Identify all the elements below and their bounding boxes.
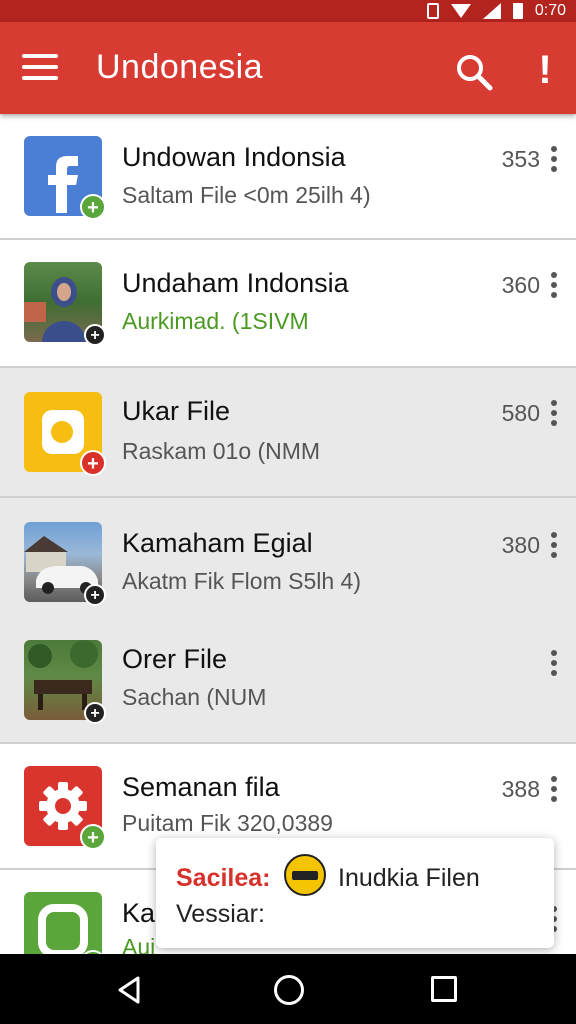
more-icon[interactable]: ! [530, 48, 560, 92]
toast-name: Inudkia Filen [338, 864, 480, 892]
car-photo: + [24, 522, 106, 606]
list-item[interactable]: + Undaham Indonsia Aurkimad. (1SIVM 360 [0, 240, 576, 366]
person-photo: + [24, 262, 106, 346]
add-badge-icon: + [80, 450, 106, 476]
item-title: Undaham Indonsia [122, 268, 349, 298]
app-logo-icon [284, 854, 326, 896]
facebook-icon: + [24, 136, 106, 220]
gear-icon: + [24, 766, 106, 850]
item-count: 380 [501, 532, 540, 558]
item-subtitle: Raskam 01o (NMM [122, 438, 321, 464]
list-item[interactable]: + Undowan Indonsia Saltam File <0m 25ilh… [0, 114, 576, 238]
item-count: 388 [501, 776, 540, 802]
item-title: Semanan fila [122, 772, 280, 802]
app-title: Undonesia [96, 48, 264, 86]
yellow-app-icon: + [24, 392, 106, 476]
add-badge-icon: + [84, 584, 106, 606]
toast-subtitle: Vessiar: [176, 900, 265, 928]
recents-icon[interactable] [431, 976, 457, 1002]
toast-label: Sacilea: [176, 864, 271, 892]
menu-icon[interactable] [22, 54, 58, 82]
add-badge-icon: + [80, 194, 106, 220]
overflow-menu-icon[interactable] [550, 776, 558, 804]
item-count: 580 [501, 400, 540, 426]
signal-icon [482, 3, 501, 19]
overflow-menu-icon[interactable] [550, 400, 558, 428]
add-badge-icon: + [84, 324, 106, 346]
item-title: Undowan Indonsia [122, 142, 346, 172]
overflow-menu-icon[interactable] [550, 272, 558, 300]
item-subtitle: Akatm Fik Flom S5lh 4) [122, 568, 361, 594]
item-count: 353 [501, 146, 540, 172]
file-list: + Undowan Indonsia Saltam File <0m 25ilh… [0, 114, 576, 954]
add-badge-icon: + [80, 824, 106, 850]
item-subtitle: Puitam Fik 320,0389 [122, 810, 333, 836]
add-badge-icon: + [84, 702, 106, 724]
item-subtitle: Aui [122, 934, 156, 954]
overflow-menu-icon[interactable] [550, 650, 558, 678]
overflow-menu-icon[interactable] [550, 146, 558, 174]
toast-popup[interactable]: Sacilea: Inudkia Filen Vessiar: [156, 838, 554, 948]
item-subtitle: Saltam File <0m 25ilh 4) [122, 182, 371, 208]
item-title: Orer File [122, 644, 228, 674]
list-group: + Kamaham Egial Akatm Fik Flom S5lh 4) 3… [0, 498, 576, 742]
search-icon[interactable] [454, 52, 494, 92]
back-icon[interactable] [116, 976, 142, 1004]
status-bar: 0:70 [0, 0, 576, 22]
item-title: Kamaham Egial [122, 528, 313, 558]
garden-photo: + [24, 640, 106, 724]
status-time: 0:70 [534, 2, 566, 19]
battery-icon [512, 3, 523, 19]
item-count: 360 [501, 272, 540, 298]
overflow-menu-icon[interactable] [550, 532, 558, 560]
green-app-icon: + [24, 892, 106, 954]
home-icon[interactable] [274, 975, 304, 1005]
wifi-icon [450, 4, 471, 18]
vibrate-icon [426, 3, 439, 19]
item-subtitle: Sachan (NUM [122, 684, 267, 710]
app-toolbar: Undonesia ! [0, 22, 576, 114]
item-title: Ukar File [122, 396, 231, 426]
navigation-bar [0, 954, 576, 1024]
list-item[interactable]: + Ukar File Raskam 01o (NMM 580 [0, 368, 576, 496]
item-subtitle: Aurkimad. (1SIVM [122, 308, 309, 334]
